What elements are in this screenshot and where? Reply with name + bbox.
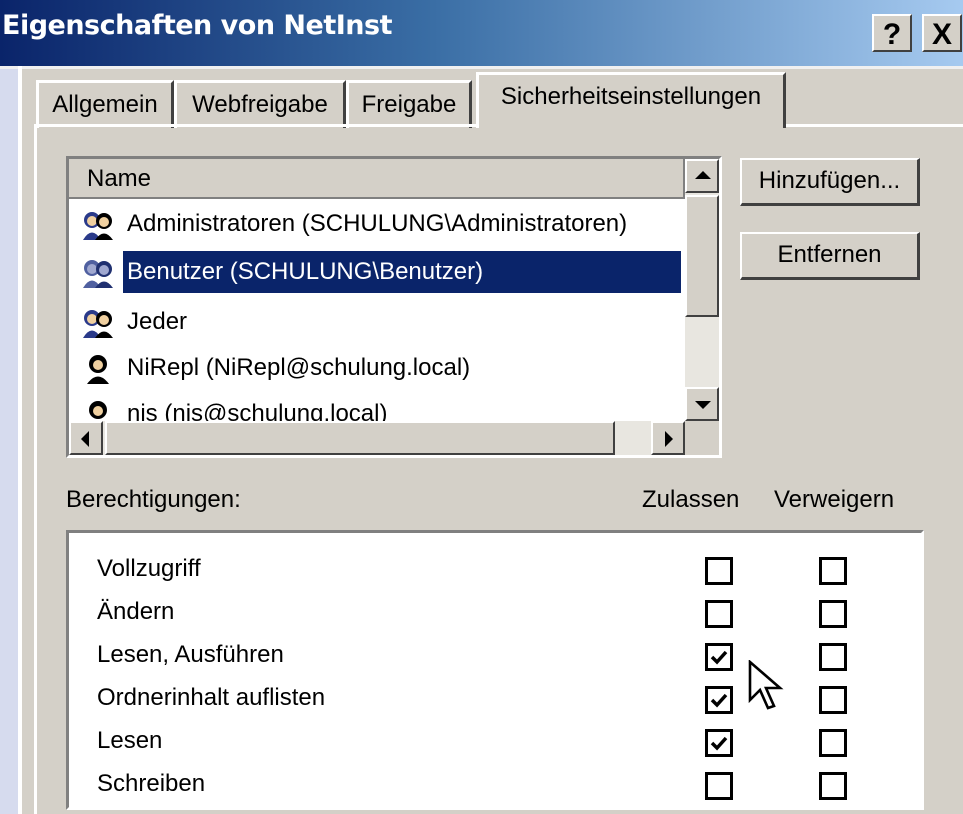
title-bar: Eigenschaften von NetInst ? X (0, 0, 963, 69)
desktop-background (0, 0, 20, 814)
tab-webfreigabe[interactable]: Webfreigabe (174, 80, 346, 128)
close-button[interactable]: X (922, 14, 962, 52)
tab-freigabe[interactable]: Freigabe (346, 80, 472, 128)
tab-label: Allgemein (52, 91, 158, 118)
mouse-cursor-icon (748, 660, 784, 710)
window-title: Eigenschaften von NetInst (2, 10, 393, 41)
tab-label: Freigabe (361, 91, 457, 118)
tab-sicherheitseinstellungen[interactable]: Sicherheitseinstellungen (476, 72, 786, 128)
security-tab-panel (34, 124, 963, 814)
tab-allgemein[interactable]: Allgemein (36, 80, 174, 128)
tab-label: Webfreigabe (192, 91, 328, 118)
tab-label: Sicherheitseinstellungen (500, 83, 762, 110)
window-frame (18, 66, 22, 814)
help-button[interactable]: ? (872, 14, 912, 52)
